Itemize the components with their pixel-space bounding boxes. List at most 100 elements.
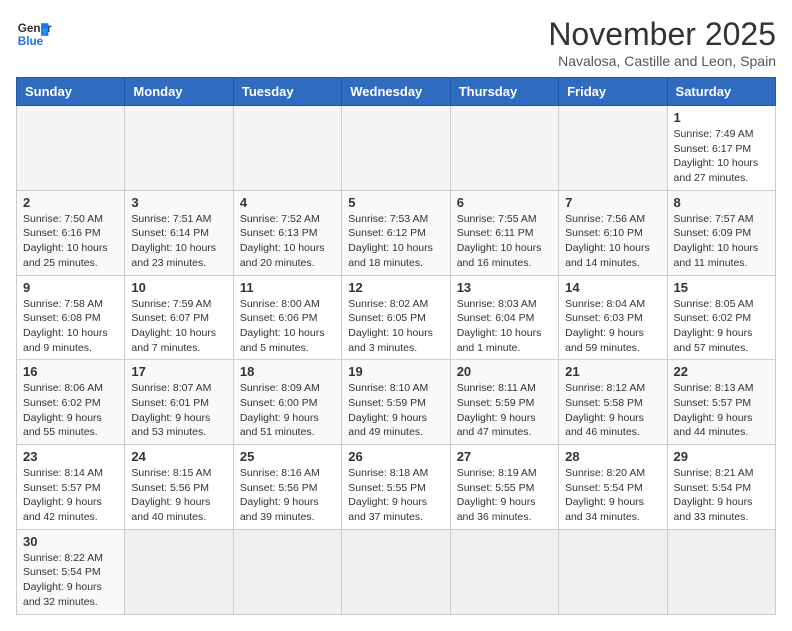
day-number: 6 xyxy=(457,195,552,210)
day-number: 9 xyxy=(23,280,118,295)
day-number: 18 xyxy=(240,364,335,379)
day-info: Sunrise: 7:49 AM Sunset: 6:17 PM Dayligh… xyxy=(674,127,769,186)
calendar-day-cell: 5 Sunrise: 7:53 AM Sunset: 6:12 PM Daylig… xyxy=(342,190,450,275)
logo-icon: General Blue xyxy=(16,16,52,52)
day-info: Sunrise: 8:11 AM Sunset: 5:59 PM Dayligh… xyxy=(457,381,552,440)
calendar-day-cell: 1 Sunrise: 7:49 AM Sunset: 6:17 PM Daylig… xyxy=(667,106,775,191)
day-info: Sunrise: 8:10 AM Sunset: 5:59 PM Dayligh… xyxy=(348,381,443,440)
day-of-week-header: Sunday xyxy=(17,78,125,106)
day-info: Sunrise: 7:51 AM Sunset: 6:14 PM Dayligh… xyxy=(131,212,226,271)
day-info: Sunrise: 8:20 AM Sunset: 5:54 PM Dayligh… xyxy=(565,466,660,525)
day-info: Sunrise: 8:05 AM Sunset: 6:02 PM Dayligh… xyxy=(674,297,769,356)
calendar-header-row: SundayMondayTuesdayWednesdayThursdayFrid… xyxy=(17,78,776,106)
calendar-day-cell: 8Sunrise: 7:57 AM Sunset: 6:09 PM Daylig… xyxy=(667,190,775,275)
calendar-week-row: 30 Sunrise: 8:22 AM Sunset: 5:54 PM Dayli… xyxy=(17,529,776,614)
day-number: 4 xyxy=(240,195,335,210)
day-info: Sunrise: 8:07 AM Sunset: 6:01 PM Dayligh… xyxy=(131,381,226,440)
day-number: 1 xyxy=(674,110,769,125)
calendar-day-cell xyxy=(450,529,558,614)
calendar-day-cell xyxy=(17,106,125,191)
calendar-table: SundayMondayTuesdayWednesdayThursdayFrid… xyxy=(16,77,776,615)
calendar-week-row: 16 Sunrise: 8:06 AM Sunset: 6:02 PM Dayli… xyxy=(17,360,776,445)
calendar-day-cell: 9 Sunrise: 7:58 AM Sunset: 6:08 PM Daylig… xyxy=(17,275,125,360)
day-info: Sunrise: 8:22 AM Sunset: 5:54 PM Dayligh… xyxy=(23,551,118,610)
day-info: Sunrise: 7:56 AM Sunset: 6:10 PM Dayligh… xyxy=(565,212,660,271)
day-info: Sunrise: 8:02 AM Sunset: 6:05 PM Dayligh… xyxy=(348,297,443,356)
day-info: Sunrise: 8:15 AM Sunset: 5:56 PM Dayligh… xyxy=(131,466,226,525)
day-number: 21 xyxy=(565,364,660,379)
calendar-day-cell: 14 Sunrise: 8:04 AM Sunset: 6:03 PM Dayli… xyxy=(559,275,667,360)
day-number: 30 xyxy=(23,534,118,549)
day-info: Sunrise: 7:53 AM Sunset: 6:12 PM Dayligh… xyxy=(348,212,443,271)
day-info: Sunrise: 8:06 AM Sunset: 6:02 PM Dayligh… xyxy=(23,381,118,440)
day-number: 2 xyxy=(23,195,118,210)
day-number: 27 xyxy=(457,449,552,464)
day-info: Sunrise: 7:59 AM Sunset: 6:07 PM Dayligh… xyxy=(131,297,226,356)
day-number: 22 xyxy=(674,364,769,379)
calendar-day-cell: 11Sunrise: 8:00 AM Sunset: 6:06 PM Dayli… xyxy=(233,275,341,360)
calendar-day-cell xyxy=(233,106,341,191)
day-info: Sunrise: 8:21 AM Sunset: 5:54 PM Dayligh… xyxy=(674,466,769,525)
day-number: 28 xyxy=(565,449,660,464)
calendar-day-cell xyxy=(450,106,558,191)
day-info: Sunrise: 8:19 AM Sunset: 5:55 PM Dayligh… xyxy=(457,466,552,525)
calendar-week-row: 9 Sunrise: 7:58 AM Sunset: 6:08 PM Daylig… xyxy=(17,275,776,360)
calendar-day-cell: 26Sunrise: 8:18 AM Sunset: 5:55 PM Dayli… xyxy=(342,445,450,530)
calendar-day-cell xyxy=(559,106,667,191)
calendar-day-cell xyxy=(342,106,450,191)
calendar-day-cell xyxy=(559,529,667,614)
day-info: Sunrise: 7:55 AM Sunset: 6:11 PM Dayligh… xyxy=(457,212,552,271)
day-of-week-header: Thursday xyxy=(450,78,558,106)
calendar-day-cell: 12 Sunrise: 8:02 AM Sunset: 6:05 PM Dayli… xyxy=(342,275,450,360)
day-info: Sunrise: 7:57 AM Sunset: 6:09 PM Dayligh… xyxy=(674,212,769,271)
day-of-week-header: Friday xyxy=(559,78,667,106)
day-number: 29 xyxy=(674,449,769,464)
calendar-day-cell xyxy=(125,529,233,614)
day-number: 5 xyxy=(348,195,443,210)
day-number: 23 xyxy=(23,449,118,464)
calendar-day-cell: 29 Sunrise: 8:21 AM Sunset: 5:54 PM Dayli… xyxy=(667,445,775,530)
calendar-day-cell: 4 Sunrise: 7:52 AM Sunset: 6:13 PM Daylig… xyxy=(233,190,341,275)
day-of-week-header: Tuesday xyxy=(233,78,341,106)
calendar-day-cell: 23 Sunrise: 8:14 AM Sunset: 5:57 PM Dayli… xyxy=(17,445,125,530)
month-title: November 2025 xyxy=(548,16,776,53)
calendar-day-cell: 7 Sunrise: 7:56 AM Sunset: 6:10 PM Daylig… xyxy=(559,190,667,275)
calendar-week-row: 1 Sunrise: 7:49 AM Sunset: 6:17 PM Daylig… xyxy=(17,106,776,191)
calendar-day-cell: 10 Sunrise: 7:59 AM Sunset: 6:07 PM Dayli… xyxy=(125,275,233,360)
day-number: 14 xyxy=(565,280,660,295)
day-info: Sunrise: 7:58 AM Sunset: 6:08 PM Dayligh… xyxy=(23,297,118,356)
svg-text:Blue: Blue xyxy=(18,35,44,48)
day-number: 19 xyxy=(348,364,443,379)
calendar-day-cell: 16 Sunrise: 8:06 AM Sunset: 6:02 PM Dayli… xyxy=(17,360,125,445)
day-number: 7 xyxy=(565,195,660,210)
day-info: Sunrise: 7:50 AM Sunset: 6:16 PM Dayligh… xyxy=(23,212,118,271)
day-info: Sunrise: 8:12 AM Sunset: 5:58 PM Dayligh… xyxy=(565,381,660,440)
calendar-week-row: 23 Sunrise: 8:14 AM Sunset: 5:57 PM Dayli… xyxy=(17,445,776,530)
calendar-day-cell: 18Sunrise: 8:09 AM Sunset: 6:00 PM Dayli… xyxy=(233,360,341,445)
logo: General Blue xyxy=(16,16,52,52)
calendar-day-cell: 15Sunrise: 8:05 AM Sunset: 6:02 PM Dayli… xyxy=(667,275,775,360)
calendar-day-cell: 6 Sunrise: 7:55 AM Sunset: 6:11 PM Daylig… xyxy=(450,190,558,275)
calendar-day-cell: 22Sunrise: 8:13 AM Sunset: 5:57 PM Dayli… xyxy=(667,360,775,445)
day-info: Sunrise: 8:03 AM Sunset: 6:04 PM Dayligh… xyxy=(457,297,552,356)
day-number: 16 xyxy=(23,364,118,379)
location-subtitle: Navalosa, Castille and Leon, Spain xyxy=(548,53,776,69)
calendar-day-cell xyxy=(667,529,775,614)
day-number: 10 xyxy=(131,280,226,295)
day-number: 3 xyxy=(131,195,226,210)
day-of-week-header: Saturday xyxy=(667,78,775,106)
day-number: 25 xyxy=(240,449,335,464)
calendar-day-cell: 19 Sunrise: 8:10 AM Sunset: 5:59 PM Dayli… xyxy=(342,360,450,445)
day-number: 17 xyxy=(131,364,226,379)
day-number: 20 xyxy=(457,364,552,379)
day-info: Sunrise: 8:04 AM Sunset: 6:03 PM Dayligh… xyxy=(565,297,660,356)
calendar-day-cell: 21 Sunrise: 8:12 AM Sunset: 5:58 PM Dayli… xyxy=(559,360,667,445)
calendar-day-cell: 27 Sunrise: 8:19 AM Sunset: 5:55 PM Dayli… xyxy=(450,445,558,530)
calendar-day-cell: 17 Sunrise: 8:07 AM Sunset: 6:01 PM Dayli… xyxy=(125,360,233,445)
calendar-day-cell: 20 Sunrise: 8:11 AM Sunset: 5:59 PM Dayli… xyxy=(450,360,558,445)
day-number: 12 xyxy=(348,280,443,295)
day-info: Sunrise: 7:52 AM Sunset: 6:13 PM Dayligh… xyxy=(240,212,335,271)
day-info: Sunrise: 8:16 AM Sunset: 5:56 PM Dayligh… xyxy=(240,466,335,525)
day-info: Sunrise: 8:14 AM Sunset: 5:57 PM Dayligh… xyxy=(23,466,118,525)
calendar-day-cell: 24Sunrise: 8:15 AM Sunset: 5:56 PM Dayli… xyxy=(125,445,233,530)
